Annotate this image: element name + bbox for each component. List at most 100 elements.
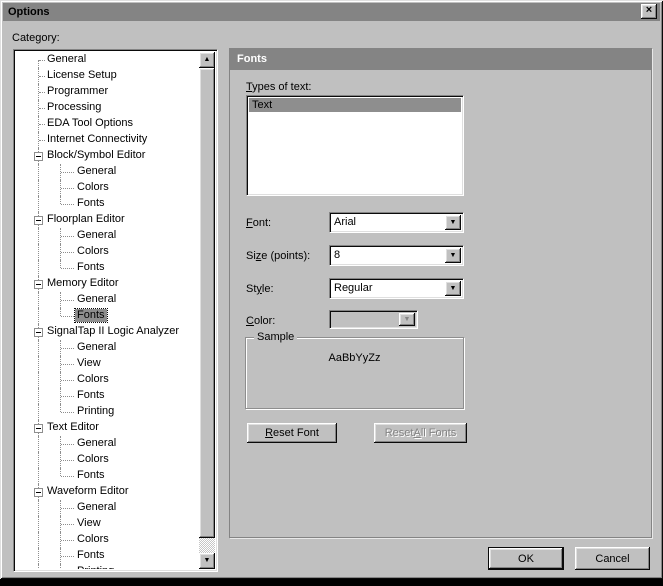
tree-item[interactable]: View	[16, 516, 199, 532]
collapse-minus-icon[interactable]	[34, 488, 43, 497]
collapse-minus-icon[interactable]	[34, 280, 43, 289]
tree-item[interactable]: Memory Editor	[16, 276, 199, 292]
titlebar[interactable]: Options ×	[3, 3, 660, 21]
tree-item[interactable]: General	[16, 500, 199, 516]
tree-item[interactable]: License Setup	[16, 68, 199, 84]
tree-item-label[interactable]: Fonts	[75, 389, 107, 402]
tree-item[interactable]: Colors	[16, 532, 199, 548]
scroll-up-icon[interactable]: ▲	[199, 52, 215, 68]
tree-item-label[interactable]: General	[75, 501, 118, 514]
tree-item[interactable]: General	[16, 340, 199, 356]
tree-item[interactable]: General	[16, 164, 199, 180]
tree-item-label[interactable]: Colors	[75, 533, 111, 546]
tree-item[interactable]: General	[16, 292, 199, 308]
fonts-panel: Fonts Types of text: Text Font: Arial ▼ …	[229, 48, 652, 538]
tree-item[interactable]: View	[16, 356, 199, 372]
category-tree[interactable]: General License Setup Programmer Processing…	[13, 49, 218, 572]
tree-item-label[interactable]: Processing	[45, 101, 103, 114]
tree-item[interactable]: Colors	[16, 244, 199, 260]
tree-item-label[interactable]: Fonts	[75, 549, 107, 562]
tree-item[interactable]: Printing	[16, 564, 199, 569]
collapse-minus-icon[interactable]	[34, 216, 43, 225]
collapse-minus-icon[interactable]	[34, 152, 43, 161]
tree-item[interactable]: Block/Symbol Editor	[16, 148, 199, 164]
font-label: Font:	[246, 217, 271, 229]
tree-item-label[interactable]: General	[75, 229, 118, 242]
tree-item-label[interactable]: General	[75, 341, 118, 354]
category-tree-rows: General License Setup Programmer Processing…	[16, 52, 199, 569]
scroll-down-icon[interactable]: ▼	[199, 553, 215, 569]
scrollbar-thumb[interactable]	[199, 68, 215, 538]
tree-item[interactable]: Printing	[16, 404, 199, 420]
tree-item-label[interactable]: Memory Editor	[45, 277, 121, 290]
tree-item[interactable]: Fonts	[16, 260, 199, 276]
tree-item[interactable]: Internet Connectivity	[16, 132, 199, 148]
tree-item[interactable]: Floorplan Editor	[16, 212, 199, 228]
chevron-down-icon[interactable]: ▼	[445, 215, 461, 230]
tree-item[interactable]: EDA Tool Options	[16, 116, 199, 132]
tree-item[interactable]: Programmer	[16, 84, 199, 100]
types-of-text-item[interactable]: Text	[249, 98, 461, 112]
reset-font-button[interactable]: Reset Font	[247, 423, 337, 443]
sample-groupbox: Sample AaBbYyZz	[245, 337, 464, 409]
tree-item-label[interactable]: Fonts	[75, 261, 107, 274]
tree-item-label[interactable]: View	[75, 517, 103, 530]
tree-item[interactable]: Fonts	[16, 308, 199, 324]
collapse-minus-icon[interactable]	[34, 328, 43, 337]
tree-item-label[interactable]: EDA Tool Options	[45, 117, 135, 130]
tree-item-label[interactable]: General	[75, 437, 118, 450]
tree-item[interactable]: Processing	[16, 100, 199, 116]
style-select[interactable]: Regular ▼	[329, 278, 464, 299]
tree-item[interactable]: General	[16, 52, 199, 68]
tree-item-label[interactable]: Text Editor	[45, 421, 101, 434]
tree-item-label[interactable]: Colors	[75, 373, 111, 386]
tree-item-label[interactable]: Colors	[75, 181, 111, 194]
tree-item-label[interactable]: Printing	[75, 405, 116, 418]
types-of-text-list[interactable]: Text	[246, 95, 464, 196]
tree-item[interactable]: Colors	[16, 452, 199, 468]
tree-item-label[interactable]: License Setup	[45, 69, 119, 82]
sample-preview-text: AaBbYyZz	[246, 352, 463, 364]
tree-item[interactable]: General	[16, 436, 199, 452]
tree-item-label[interactable]: View	[75, 357, 103, 370]
types-of-text-label: Types of text:	[246, 81, 311, 93]
tree-item[interactable]: Fonts	[16, 196, 199, 212]
tree-item[interactable]: Text Editor	[16, 420, 199, 436]
tree-item-label[interactable]: General	[75, 293, 118, 306]
size-select[interactable]: 8 ▼	[329, 245, 464, 266]
tree-item[interactable]: Colors	[16, 372, 199, 388]
tree-item-label[interactable]: Colors	[75, 245, 111, 258]
tree-item[interactable]: Fonts	[16, 548, 199, 564]
style-value: Regular	[334, 282, 373, 295]
tree-item-label[interactable]: Printing	[75, 565, 116, 569]
chevron-down-icon[interactable]: ▼	[445, 248, 461, 263]
cancel-button[interactable]: Cancel	[575, 547, 650, 570]
tree-item-label[interactable]: General	[75, 165, 118, 178]
tree-scrollbar[interactable]: ▲ ▼	[199, 52, 215, 569]
chevron-down-icon[interactable]: ▼	[445, 281, 461, 296]
tree-item-label[interactable]: Waveform Editor	[45, 485, 131, 498]
close-icon[interactable]: ×	[641, 4, 657, 19]
ok-button[interactable]: OK	[488, 547, 564, 570]
tree-item-label[interactable]: Block/Symbol Editor	[45, 149, 147, 162]
sample-label: Sample	[254, 331, 297, 343]
size-value: 8	[334, 249, 340, 262]
tree-item[interactable]: SignalTap II Logic Analyzer	[16, 324, 199, 340]
tree-item-label[interactable]: SignalTap II Logic Analyzer	[45, 325, 181, 338]
tree-item-label[interactable]: Internet Connectivity	[45, 133, 149, 146]
tree-item[interactable]: Colors	[16, 180, 199, 196]
tree-item-label[interactable]: Fonts	[75, 309, 107, 322]
tree-item[interactable]: Fonts	[16, 468, 199, 484]
tree-item[interactable]: Waveform Editor	[16, 484, 199, 500]
collapse-minus-icon[interactable]	[34, 424, 43, 433]
font-select[interactable]: Arial ▼	[329, 212, 464, 233]
tree-item[interactable]: General	[16, 228, 199, 244]
tree-item-label[interactable]: Programmer	[45, 85, 110, 98]
tree-item-label[interactable]: Colors	[75, 453, 111, 466]
tree-item-label[interactable]: Fonts	[75, 197, 107, 210]
tree-item-label[interactable]: Floorplan Editor	[45, 213, 127, 226]
tree-item-label[interactable]: General	[45, 53, 88, 66]
tree-item-label[interactable]: Fonts	[75, 469, 107, 482]
color-label: Color:	[246, 315, 275, 327]
tree-item[interactable]: Fonts	[16, 388, 199, 404]
